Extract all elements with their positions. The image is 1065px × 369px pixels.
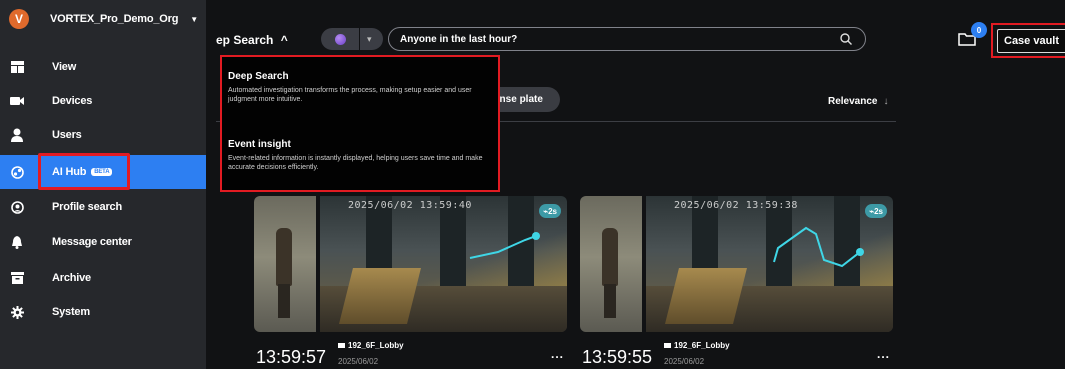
sidebar-item-label: System	[52, 306, 90, 318]
sort-arrow-icon: ↓	[883, 96, 889, 107]
sidebar-item-profile-search[interactable]: Profile search	[0, 190, 206, 224]
search-mode-label: ep Search	[216, 33, 274, 47]
scene-thumbnail[interactable]: 2025/06/02 13:59:40 ⌁ 2s	[320, 196, 567, 332]
result-card[interactable]: 2025/06/02 13:59:40 ⌁ 2s 13:59:57 192_6F_…	[254, 196, 567, 369]
camera-name: 192_6F_Lobby	[338, 341, 404, 350]
sidebar-item-message-center[interactable]: Message center	[0, 225, 206, 259]
sidebar: V VORTEX_Pro_Demo_Org ▼ View Devices Use…	[0, 0, 206, 369]
search-mode-toggle[interactable]: ep Search ^	[216, 33, 288, 47]
result-card[interactable]: 2025/06/02 13:59:38 ⌁ 2s 13:59:55 192_6F_…	[580, 196, 893, 369]
bell-icon	[10, 235, 24, 249]
person-legs	[604, 284, 616, 318]
video-timestamp: 2025/06/02 13:59:40	[348, 200, 472, 211]
sidebar-item-label: Message center	[52, 236, 132, 248]
video-timestamp: 2025/06/02 13:59:38	[674, 200, 798, 211]
sidebar-item-archive[interactable]: Archive	[0, 261, 206, 295]
sort-label: Relevance	[828, 96, 878, 107]
person-crop-thumbnail[interactable]	[254, 196, 316, 332]
search-query: Anyone in the last hour?	[400, 33, 518, 45]
person-legs	[278, 284, 290, 318]
motion-track	[469, 232, 540, 259]
org-name: VORTEX_Pro_Demo_Org	[50, 13, 179, 25]
person-crop-thumbnail[interactable]	[580, 196, 642, 332]
divider	[359, 28, 360, 50]
duration-badge: ⌁ 2s	[539, 204, 561, 218]
menu-item-description: Event-related information is instantly d…	[228, 155, 483, 171]
sidebar-item-devices[interactable]: Devices	[0, 84, 206, 118]
menu-item-title: Event insight	[228, 139, 291, 150]
result-thumbnails: 2025/06/02 13:59:38 ⌁ 2s	[580, 196, 893, 332]
menu-item-description: Automated investigation transforms the p…	[228, 87, 472, 103]
camera-icon	[10, 94, 24, 108]
camera-label: 192_6F_Lobby	[674, 341, 730, 350]
duration-value: 2s	[874, 206, 883, 216]
person-figure	[276, 228, 292, 286]
sidebar-item-label: Profile search	[52, 201, 122, 213]
person-figure	[602, 228, 618, 286]
result-meta: 13:59:57 192_6F_Lobby 2025/06/02 ...	[256, 339, 569, 369]
camera-label: 192_6F_Lobby	[348, 341, 404, 350]
result-date: 2025/06/02	[338, 357, 379, 366]
notification-badge: 0	[971, 22, 987, 38]
chevron-down-icon: ▼	[190, 14, 199, 24]
org-switcher[interactable]: V VORTEX_Pro_Demo_Org ▼	[0, 0, 206, 38]
sidebar-item-system[interactable]: System	[0, 295, 206, 329]
scene-thumbnail[interactable]: 2025/06/02 13:59:38 ⌁ 2s	[646, 196, 893, 332]
archive-icon	[10, 271, 24, 285]
gear-icon	[10, 305, 24, 319]
ai-model-selector[interactable]: ▾	[321, 28, 383, 50]
ai-hub-highlight-box	[38, 153, 130, 190]
sidebar-item-label: View	[52, 61, 77, 73]
menu-item-deep-search[interactable]: Deep Search Automated investigation tran…	[228, 71, 493, 104]
duration-badge: ⌁ 2s	[865, 204, 887, 218]
result-thumbnails: 2025/06/02 13:59:40 ⌁ 2s	[254, 196, 567, 332]
result-date: 2025/06/02	[664, 357, 705, 366]
search-input[interactable]: Anyone in the last hour?	[388, 27, 866, 51]
camera-name: 192_6F_Lobby	[664, 341, 730, 350]
result-meta: 13:59:55 192_6F_Lobby 2025/06/02 ...	[582, 339, 895, 369]
sidebar-item-label: Devices	[52, 95, 93, 107]
sidebar-item-label: Users	[52, 129, 82, 141]
motion-track	[773, 226, 864, 268]
more-options-icon[interactable]: ...	[551, 347, 564, 361]
camera-icon	[664, 343, 671, 349]
view-grid-icon	[10, 60, 24, 74]
org-avatar: V	[9, 9, 29, 29]
result-time: 13:59:57	[256, 347, 327, 367]
sidebar-item-label: Archive	[52, 272, 91, 284]
menu-item-title: Deep Search	[228, 71, 289, 82]
sort-dropdown[interactable]: Relevance ↓	[828, 96, 888, 107]
chevron-up-icon: ^	[280, 33, 288, 47]
camera-icon	[338, 343, 345, 349]
sidebar-item-users[interactable]: Users	[0, 118, 206, 152]
case-vault-button[interactable]: Case vault	[997, 29, 1065, 53]
duration-value: 2s	[548, 206, 557, 216]
menu-item-event-insight[interactable]: Event insight Event-related information …	[228, 139, 493, 172]
chevron-down-icon[interactable]: ▾	[367, 34, 372, 45]
ai-orb-icon	[335, 33, 346, 45]
sidebar-item-view[interactable]: View	[0, 50, 206, 84]
search-icon[interactable]	[839, 32, 853, 46]
more-options-icon[interactable]: ...	[877, 347, 890, 361]
ai-hub-icon	[10, 165, 24, 179]
search-mode-menu: Deep Search Automated investigation tran…	[220, 55, 500, 192]
user-icon	[10, 128, 24, 142]
profile-search-icon	[10, 200, 24, 214]
result-time: 13:59:55	[582, 347, 653, 367]
